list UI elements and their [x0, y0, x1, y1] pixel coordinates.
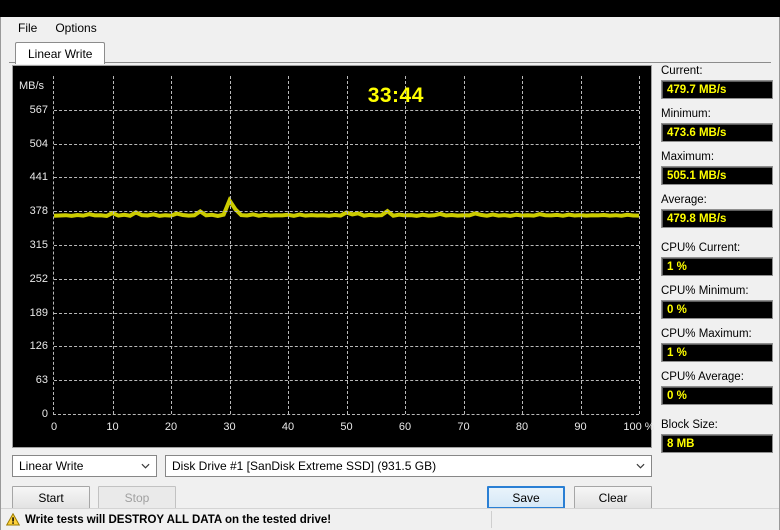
- grid-line-vertical: [581, 76, 582, 414]
- stat-cpu-maximum: CPU% Maximum: 1 %: [661, 328, 773, 362]
- chevron-down-icon: [141, 462, 150, 471]
- grid-line-vertical: [522, 76, 523, 414]
- x-axis-tick-label: 10: [106, 421, 118, 433]
- stat-value: 0 %: [661, 300, 773, 319]
- x-axis-tick-label: 60: [399, 421, 411, 433]
- stat-label: CPU% Maximum:: [661, 328, 773, 340]
- stat-block-size: Block Size: 8 MB: [661, 419, 773, 453]
- stat-cpu-average: CPU% Average: 0 %: [661, 371, 773, 405]
- stat-value: 505.1 MB/s: [661, 166, 773, 185]
- controls-area: Linear Write Disk Drive #1 [SanDisk Extr…: [12, 455, 652, 509]
- stat-cpu-current: CPU% Current: 1 %: [661, 242, 773, 276]
- grid-line-vertical: [171, 76, 172, 414]
- stat-current: Current: 479.7 MB/s: [661, 65, 773, 99]
- performance-chart: MB/s 56750444137831525218912663001020304…: [13, 66, 651, 447]
- x-axis-tick-label: 70: [457, 421, 469, 433]
- grid-line-vertical: [230, 76, 231, 414]
- menu-item-file[interactable]: File: [9, 19, 46, 37]
- stat-label: CPU% Minimum:: [661, 285, 773, 297]
- grid-line-vertical: [405, 76, 406, 414]
- elapsed-timer: 33:44: [368, 84, 424, 108]
- menu-bar: File Options: [1, 17, 779, 39]
- app-window: File Options Linear Write MB/s 567504441…: [0, 17, 780, 530]
- y-axis-unit-label: MB/s: [19, 80, 44, 92]
- button-row: Start Stop Save Clear: [12, 486, 652, 509]
- drive-value: Disk Drive #1 [SanDisk Extreme SSD] (931…: [172, 459, 436, 473]
- stat-value: 8 MB: [661, 434, 773, 453]
- clear-button[interactable]: Clear: [574, 486, 652, 509]
- grid-line-vertical: [464, 76, 465, 414]
- stat-label: Block Size:: [661, 419, 773, 431]
- stat-value: 479.7 MB/s: [661, 80, 773, 99]
- save-button[interactable]: Save: [487, 486, 565, 509]
- stat-label: Current:: [661, 65, 773, 77]
- test-type-value: Linear Write: [19, 459, 83, 473]
- status-message: Write tests will DESTROY ALL DATA on the…: [25, 514, 331, 526]
- x-axis-tick-label: 0: [51, 421, 57, 433]
- y-axis-tick-label: 189: [30, 307, 48, 319]
- stat-label: Minimum:: [661, 108, 773, 120]
- chevron-down-icon: [636, 462, 645, 471]
- grid-line-vertical: [639, 76, 640, 414]
- warning-triangle-icon: [6, 513, 20, 526]
- x-axis-tick-label: 90: [574, 421, 586, 433]
- x-axis-tick-label: 100 %: [623, 421, 654, 433]
- menu-item-options[interactable]: Options: [46, 19, 105, 37]
- plot-area: 5675044413783152521891266300102030405060…: [53, 76, 639, 415]
- tab-strip: Linear Write: [9, 39, 771, 63]
- stat-value: 1 %: [661, 257, 773, 276]
- grid-line-vertical: [288, 76, 289, 414]
- grid-line-vertical: [113, 76, 114, 414]
- x-axis-tick-label: 30: [223, 421, 235, 433]
- y-axis-tick-label: 504: [30, 138, 48, 150]
- y-axis-tick-label: 126: [30, 340, 48, 352]
- stat-minimum: Minimum: 473.6 MB/s: [661, 108, 773, 142]
- stat-maximum: Maximum: 505.1 MB/s: [661, 151, 773, 185]
- y-axis-tick-label: 315: [30, 239, 48, 251]
- stat-average: Average: 479.8 MB/s: [661, 194, 773, 228]
- start-button[interactable]: Start: [12, 486, 90, 509]
- y-axis-tick-label: 252: [30, 273, 48, 285]
- tab-linear-write[interactable]: Linear Write: [15, 42, 105, 64]
- chart-panel: MB/s 56750444137831525218912663001020304…: [12, 65, 652, 448]
- status-separator: [491, 511, 492, 528]
- stat-label: CPU% Current:: [661, 242, 773, 254]
- grid-line-vertical: [347, 76, 348, 414]
- y-axis-tick-label: 567: [30, 104, 48, 116]
- stat-cpu-minimum: CPU% Minimum: 0 %: [661, 285, 773, 319]
- x-axis-tick-label: 40: [282, 421, 294, 433]
- y-axis-tick-label: 63: [36, 374, 48, 386]
- x-axis-tick-label: 50: [340, 421, 352, 433]
- stat-value: 1 %: [661, 343, 773, 362]
- test-type-dropdown[interactable]: Linear Write: [12, 455, 157, 477]
- y-axis-tick-label: 0: [42, 408, 48, 420]
- stat-label: Maximum:: [661, 151, 773, 163]
- statistics-panel: Current: 479.7 MB/s Minimum: 473.6 MB/s Maxi…: [661, 65, 773, 462]
- drive-dropdown[interactable]: Disk Drive #1 [SanDisk Extreme SSD] (931…: [165, 455, 652, 477]
- selector-row: Linear Write Disk Drive #1 [SanDisk Extr…: [12, 455, 652, 477]
- x-axis-tick-label: 80: [516, 421, 528, 433]
- stat-value: 479.8 MB/s: [661, 209, 773, 228]
- stat-label: Average:: [661, 194, 773, 206]
- x-axis-tick-label: 20: [165, 421, 177, 433]
- stop-button[interactable]: Stop: [98, 486, 176, 509]
- stat-value: 0 %: [661, 386, 773, 405]
- y-axis-tick-label: 378: [30, 205, 48, 217]
- y-axis-tick-label: 441: [30, 171, 48, 183]
- status-bar: Write tests will DESTROY ALL DATA on the…: [1, 508, 780, 530]
- stat-label: CPU% Average:: [661, 371, 773, 383]
- stat-value: 473.6 MB/s: [661, 123, 773, 142]
